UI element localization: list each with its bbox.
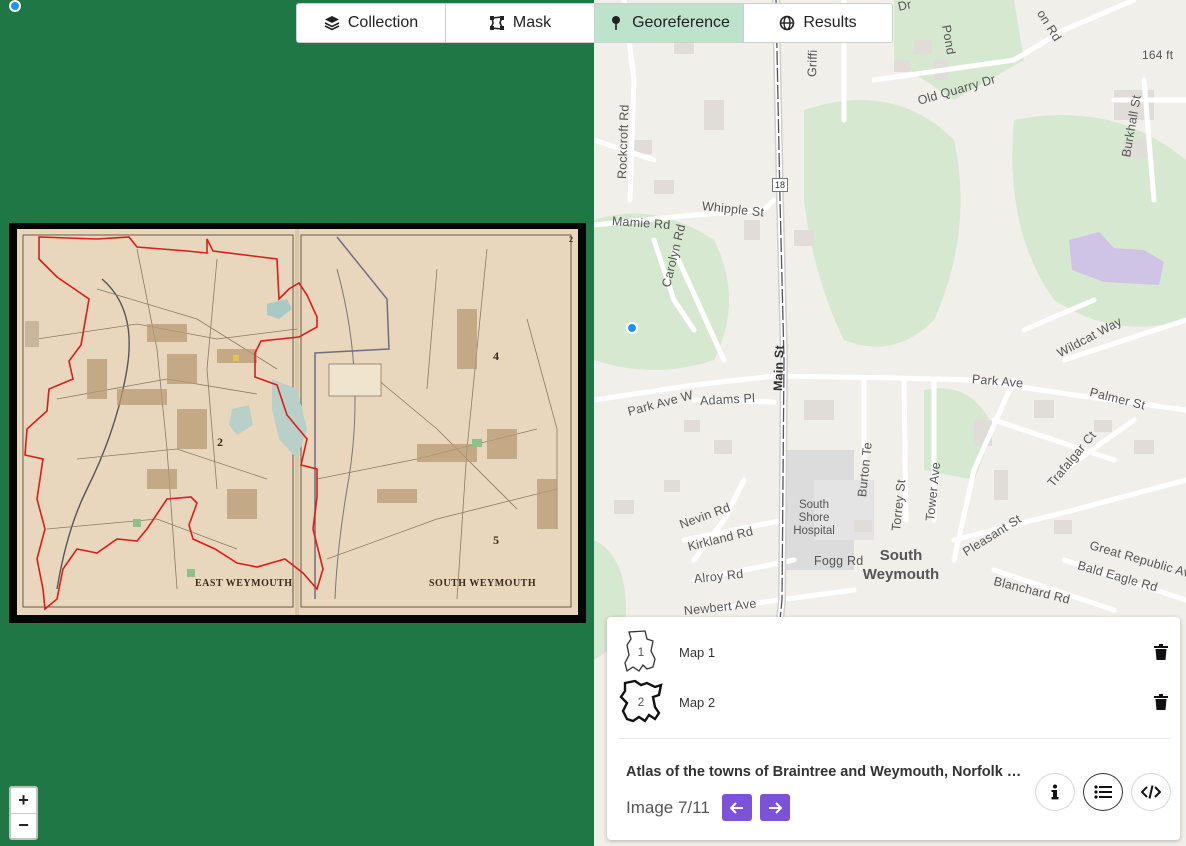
tab-georeference[interactable]: Georeference	[595, 4, 744, 42]
layers-icon	[324, 16, 340, 31]
info-icon	[1051, 784, 1059, 800]
tab-label: Georeference	[632, 14, 730, 31]
atlas-number-2: 2	[217, 435, 224, 449]
control-point-marker[interactable]	[626, 322, 638, 334]
map-number: 1	[637, 645, 645, 659]
divider	[619, 738, 1170, 739]
tab-label: Results	[803, 14, 857, 31]
info-button[interactable]	[1035, 773, 1075, 811]
road-label: Rockcroft Rd	[615, 104, 632, 180]
globe-icon	[780, 15, 795, 31]
map-thumbnail: 2	[619, 679, 667, 725]
image-counter: Image 7/11	[626, 798, 710, 817]
trash-icon	[1154, 694, 1168, 710]
map-thumbnail: 1	[619, 629, 667, 675]
road-label: Adams Pl	[699, 391, 756, 408]
image-viewer[interactable]: EAST WEYMOUTH SOUTH WEYMOUTH 2 4 5 2 + −	[0, 0, 594, 846]
map-name: Map 1	[679, 644, 716, 660]
route-shield: 18	[772, 178, 788, 192]
poi-label: South Shore Hospital	[784, 499, 844, 538]
zoom-in-button[interactable]: +	[11, 788, 36, 814]
tab-results[interactable]: Results	[744, 4, 892, 42]
place-label: South Weymouth	[846, 546, 956, 584]
tab-label: Collection	[347, 14, 419, 31]
code-icon	[1141, 785, 1161, 799]
atlas-title: Atlas of the towns of Braintree and Weym…	[626, 764, 1026, 780]
atlas-paper: EAST WEYMOUTH SOUTH WEYMOUTH 2 4 5 2	[17, 229, 578, 615]
zoom-control: + −	[9, 786, 38, 840]
map-name: Map 2	[679, 694, 716, 710]
tab-label: Mask	[512, 14, 552, 31]
atlas-image[interactable]: EAST WEYMOUTH SOUTH WEYMOUTH 2 4 5 2	[9, 223, 586, 623]
previous-image-button[interactable]	[722, 794, 752, 821]
arrow-right-icon	[769, 801, 782, 814]
pin-icon	[612, 16, 621, 30]
atlas-drawing	[17, 229, 578, 615]
embed-code-button[interactable]	[1131, 773, 1171, 811]
poi-name: South Shore Hospital	[793, 499, 835, 537]
tab-collection[interactable]: Collection	[297, 4, 446, 42]
atlas-page-number: 2	[569, 235, 574, 244]
map-list-item[interactable]: 2 Map 2	[619, 679, 1171, 725]
map-list-item[interactable]: 1 Map 1	[619, 629, 1171, 675]
atlas-label-south: SOUTH WEYMOUTH	[429, 578, 537, 589]
trash-icon	[1154, 644, 1168, 660]
tab-mask[interactable]: Mask	[446, 4, 595, 42]
map-number: 2	[637, 695, 645, 709]
atlas-number-5: 5	[493, 533, 500, 547]
road-label: Griffi	[805, 49, 820, 78]
zoom-out-button[interactable]: −	[11, 814, 36, 839]
maps-panel: 1 Map 1 2 Map 2 Atlas of the towns of Br…	[607, 617, 1180, 840]
list-button[interactable]	[1083, 773, 1123, 811]
delete-map-button[interactable]	[1151, 642, 1171, 662]
arrow-left-icon	[730, 801, 743, 814]
road-label: Main St	[771, 344, 787, 392]
next-image-button[interactable]	[760, 794, 790, 821]
step-tabs: Collection Mask Georeference Results	[296, 3, 893, 43]
atlas-number-4: 4	[493, 349, 500, 363]
control-point-marker[interactable]	[9, 0, 21, 12]
delete-map-button[interactable]	[1151, 692, 1171, 712]
list-icon	[1094, 785, 1112, 799]
atlas-label-east: EAST WEYMOUTH	[195, 578, 293, 589]
place-name: South Weymouth	[862, 547, 940, 583]
elevation-label: 164 ft	[1142, 48, 1174, 62]
mask-icon	[489, 16, 505, 30]
